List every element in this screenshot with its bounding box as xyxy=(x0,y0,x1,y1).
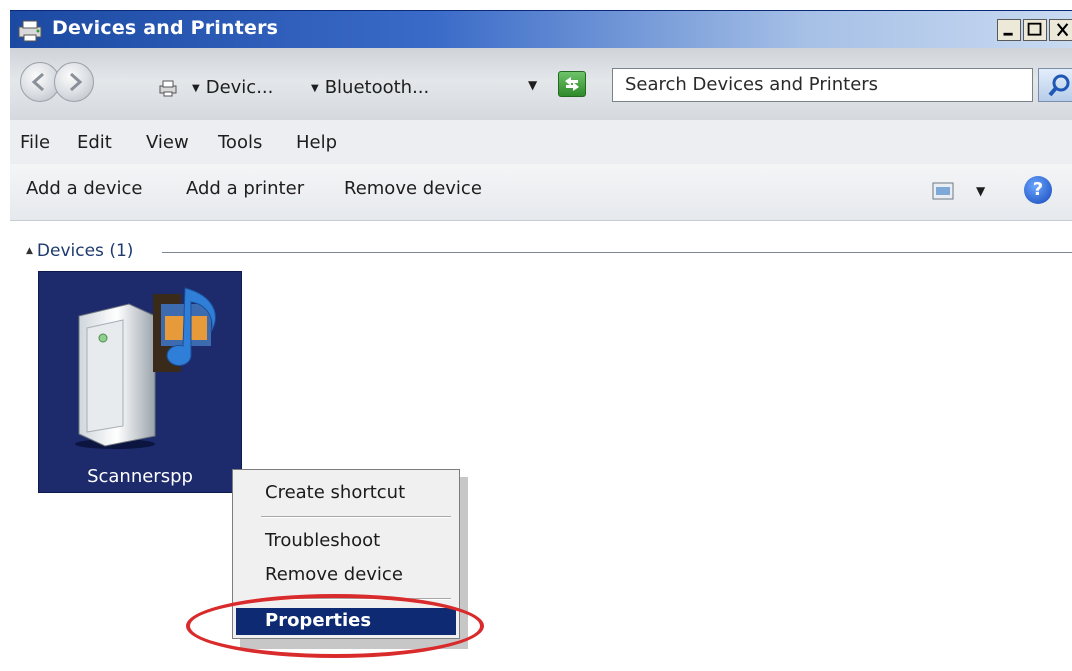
menu-item-create-shortcut[interactable]: Create shortcut xyxy=(265,482,405,503)
search-button[interactable] xyxy=(1038,68,1072,102)
menu-separator xyxy=(261,516,451,518)
menu-help[interactable]: Help xyxy=(296,132,337,153)
divider xyxy=(162,252,1072,253)
close-button[interactable] xyxy=(1049,19,1072,41)
menu-tools[interactable]: Tools xyxy=(218,132,262,153)
view-options-dropdown[interactable]: ▼ xyxy=(976,184,985,198)
menu-item-remove-device[interactable]: Remove device xyxy=(265,564,403,585)
menu-item-troubleshoot[interactable]: Troubleshoot xyxy=(265,530,380,551)
address-bar: ▼ Devic... ▼ Bluetooth... ▼ Search Devices… xyxy=(10,48,1072,120)
chevron-down-icon[interactable]: ▼ xyxy=(311,83,319,94)
control-panel-icon xyxy=(159,80,177,97)
breadcrumb-item[interactable]: ▼ Bluetooth... xyxy=(311,77,429,98)
menu-view[interactable]: View xyxy=(146,132,189,153)
device-label: Scannerspp xyxy=(87,466,193,487)
devices-printers-icon xyxy=(18,20,42,42)
close-icon xyxy=(1056,23,1069,37)
maximize-icon xyxy=(1027,22,1042,36)
collapse-icon[interactable]: ▲ xyxy=(26,246,33,256)
remove-device-button[interactable]: Remove device xyxy=(344,178,482,199)
chevron-down-icon[interactable]: ▼ xyxy=(192,83,200,94)
window-title: Devices and Printers xyxy=(52,17,279,39)
menu-bar: File Edit View Tools Help xyxy=(10,120,1072,164)
help-icon[interactable]: ? xyxy=(1024,176,1052,204)
breadcrumb-item[interactable]: ▼ Devic... xyxy=(192,77,273,98)
add-printer-button[interactable]: Add a printer xyxy=(186,178,304,199)
search-icon xyxy=(1048,74,1070,97)
forward-button[interactable] xyxy=(54,62,94,102)
device-item-scannerspp[interactable]: Scannerspp xyxy=(38,271,242,493)
command-bar: Add a device Add a printer Remove device… xyxy=(10,164,1072,221)
menu-edit[interactable]: Edit xyxy=(77,132,112,153)
media-device-icon xyxy=(75,287,216,449)
title-bar[interactable]: Devices and Printers xyxy=(10,10,1072,49)
menu-file[interactable]: File xyxy=(20,132,50,153)
change-view-icon[interactable] xyxy=(932,182,954,200)
device-list: ▲ Devices (1) Scannerspp xyxy=(10,221,1072,671)
arrow-right-icon xyxy=(70,72,83,92)
minimize-icon xyxy=(1003,32,1013,36)
highlight-circle xyxy=(186,594,484,658)
add-device-button[interactable]: Add a device xyxy=(26,178,142,199)
maximize-button[interactable] xyxy=(1023,19,1047,41)
refresh-button[interactable] xyxy=(558,71,586,97)
minimize-button[interactable] xyxy=(997,19,1021,41)
search-input[interactable]: Search Devices and Printers xyxy=(612,68,1033,102)
address-history-dropdown[interactable]: ▼ xyxy=(528,78,537,92)
group-header-devices[interactable]: ▲ Devices (1) xyxy=(26,241,133,261)
refresh-icon xyxy=(565,77,579,91)
